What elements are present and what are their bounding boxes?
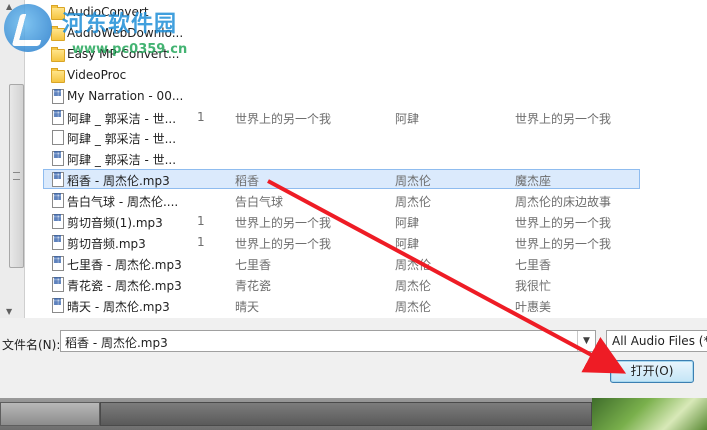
track-artist: 周杰伦	[395, 278, 432, 293]
track-title: 晴天	[235, 299, 260, 314]
file-row[interactable]: 告白气球 - 周杰伦.... 告白气球 周杰伦 周杰伦的床边故事	[43, 190, 673, 210]
file-name: 阿肆 _ 郭采洁 - 世...	[67, 111, 177, 126]
track-artist: 周杰伦	[395, 195, 432, 210]
audio-file-icon	[49, 213, 65, 229]
audio-file-icon	[49, 88, 65, 104]
track-album: 叶惠美	[515, 299, 552, 314]
file-row[interactable]: 青花瓷 - 周杰伦.mp3 青花瓷 周杰伦 我很忙	[43, 274, 673, 294]
file-row[interactable]: 阿肆 _ 郭采洁 - 世... 1 世界上的另一个我 阿肆 世界上的另一个我	[43, 107, 673, 127]
folder-icon	[49, 46, 65, 62]
audio-file-icon	[49, 109, 65, 125]
taskbar-button[interactable]	[100, 402, 592, 426]
track-title: 青花瓷	[235, 278, 272, 293]
taskbar	[0, 398, 707, 430]
file-name: AudioWebDownlo...	[67, 25, 184, 40]
chevron-down-icon[interactable]: ▼	[577, 331, 595, 351]
open-button[interactable]: 打开(O)	[610, 360, 694, 383]
file-row[interactable]: 阿肆 _ 郭采洁 - 世...	[43, 127, 673, 147]
track-album: 周杰伦的床边故事	[515, 195, 612, 210]
file-name: 剪切音频.mp3	[67, 236, 146, 251]
file-type-filter[interactable]: All Audio Files (*	[606, 330, 707, 352]
file-list[interactable]: AudioConvert AudioWebDownlo... Easy MP Con…	[25, 0, 707, 318]
file-name: 七里香 - 周杰伦.mp3	[67, 257, 182, 272]
file-name: 青花瓷 - 周杰伦.mp3	[67, 278, 182, 293]
track-number: 1	[197, 109, 205, 124]
folder-icon	[49, 67, 65, 83]
file-name: My Narration - 00...	[67, 88, 184, 103]
desktop-wallpaper	[592, 398, 707, 430]
audio-file-icon	[49, 150, 65, 167]
taskbar-button[interactable]	[0, 402, 100, 426]
track-artist: 阿肆	[395, 216, 420, 230]
track-title: 七里香	[235, 257, 272, 272]
folder-icon	[49, 25, 65, 41]
file-row[interactable]: Easy MP Convert...	[43, 44, 673, 64]
file-name: AudioConvert	[67, 5, 149, 19]
scroll-down-arrow-icon[interactable]: ▼	[6, 307, 12, 316]
filename-value[interactable]: 稻香 - 周杰伦.mp3	[65, 334, 168, 351]
vertical-scrollbar[interactable]: ▲ ▼	[0, 0, 25, 318]
track-album: 世界上的另一个我	[515, 236, 612, 251]
file-name: 稻香 - 周杰伦.mp3	[67, 174, 170, 189]
track-album: 七里香	[515, 257, 552, 272]
file-row[interactable]: 稻香 - 周杰伦.mp3 稻香 周杰伦 魔杰座	[43, 169, 673, 190]
track-number: 1	[197, 234, 205, 249]
track-album: 我很忙	[515, 278, 552, 293]
track-artist: 周杰伦	[395, 257, 432, 272]
file-row[interactable]: VideoProc	[43, 65, 673, 85]
audio-file-icon	[49, 276, 65, 292]
file-row[interactable]: 剪切音频.mp3 1 世界上的另一个我 阿肆 世界上的另一个我	[43, 232, 673, 252]
track-title: 世界上的另一个我	[235, 111, 332, 126]
filename-field[interactable]: 稻香 - 周杰伦.mp3 ▼	[60, 330, 596, 352]
file-name: Easy MP Convert...	[67, 46, 180, 61]
file-row[interactable]: AudioConvert	[43, 2, 673, 22]
track-artist: 阿肆	[395, 111, 420, 126]
file-type-value[interactable]: All Audio Files (*	[612, 334, 707, 348]
scroll-grip-icon	[13, 172, 20, 180]
file-row[interactable]: 剪切音频(1).mp3 1 世界上的另一个我 阿肆 世界上的另一个我	[43, 211, 673, 231]
file-row[interactable]: My Narration - 00...	[43, 86, 673, 106]
track-album: 魔杰座	[515, 174, 552, 189]
file-name: 阿肆 _ 郭采洁 - 世...	[67, 153, 177, 168]
file-name: 阿肆 _ 郭采洁 - 世...	[67, 132, 177, 147]
audio-file-icon	[49, 297, 65, 313]
file-name: VideoProc	[67, 67, 127, 82]
track-title: 告白气球	[235, 195, 284, 210]
audio-file-icon	[49, 234, 65, 250]
scroll-up-arrow-icon[interactable]: ▲	[6, 2, 12, 11]
file-row[interactable]: 阿肆 _ 郭采洁 - 世...	[43, 148, 673, 168]
track-title: 世界上的另一个我	[235, 216, 332, 230]
track-artist: 周杰伦	[395, 174, 432, 189]
track-artist: 阿肆	[395, 236, 420, 251]
file-name: 剪切音频(1).mp3	[67, 216, 163, 230]
dialog-footer: 文件名(N): 稻香 - 周杰伦.mp3 ▼ All Audio Files (…	[0, 318, 707, 398]
file-row[interactable]: 七里香 - 周杰伦.mp3 七里香 周杰伦 七里香	[43, 253, 673, 273]
track-number: 1	[197, 214, 205, 228]
track-title: 稻香	[235, 174, 260, 189]
audio-file-icon	[49, 192, 65, 209]
track-album: 世界上的另一个我	[515, 216, 612, 230]
file-row[interactable]: AudioWebDownlo...	[43, 23, 673, 43]
file-name: 告白气球 - 周杰伦....	[67, 195, 179, 210]
audio-file-icon	[49, 255, 65, 271]
file-icon	[49, 129, 65, 146]
file-name: 晴天 - 周杰伦.mp3	[67, 299, 170, 314]
file-row[interactable]: 晴天 - 周杰伦.mp3 晴天 周杰伦 叶惠美	[43, 295, 673, 315]
folder-icon	[49, 4, 65, 20]
track-artist: 周杰伦	[395, 299, 432, 314]
track-album: 世界上的另一个我	[515, 111, 612, 126]
audio-file-icon	[49, 171, 65, 188]
filename-label: 文件名(N):	[2, 338, 61, 352]
track-title: 世界上的另一个我	[235, 236, 332, 251]
